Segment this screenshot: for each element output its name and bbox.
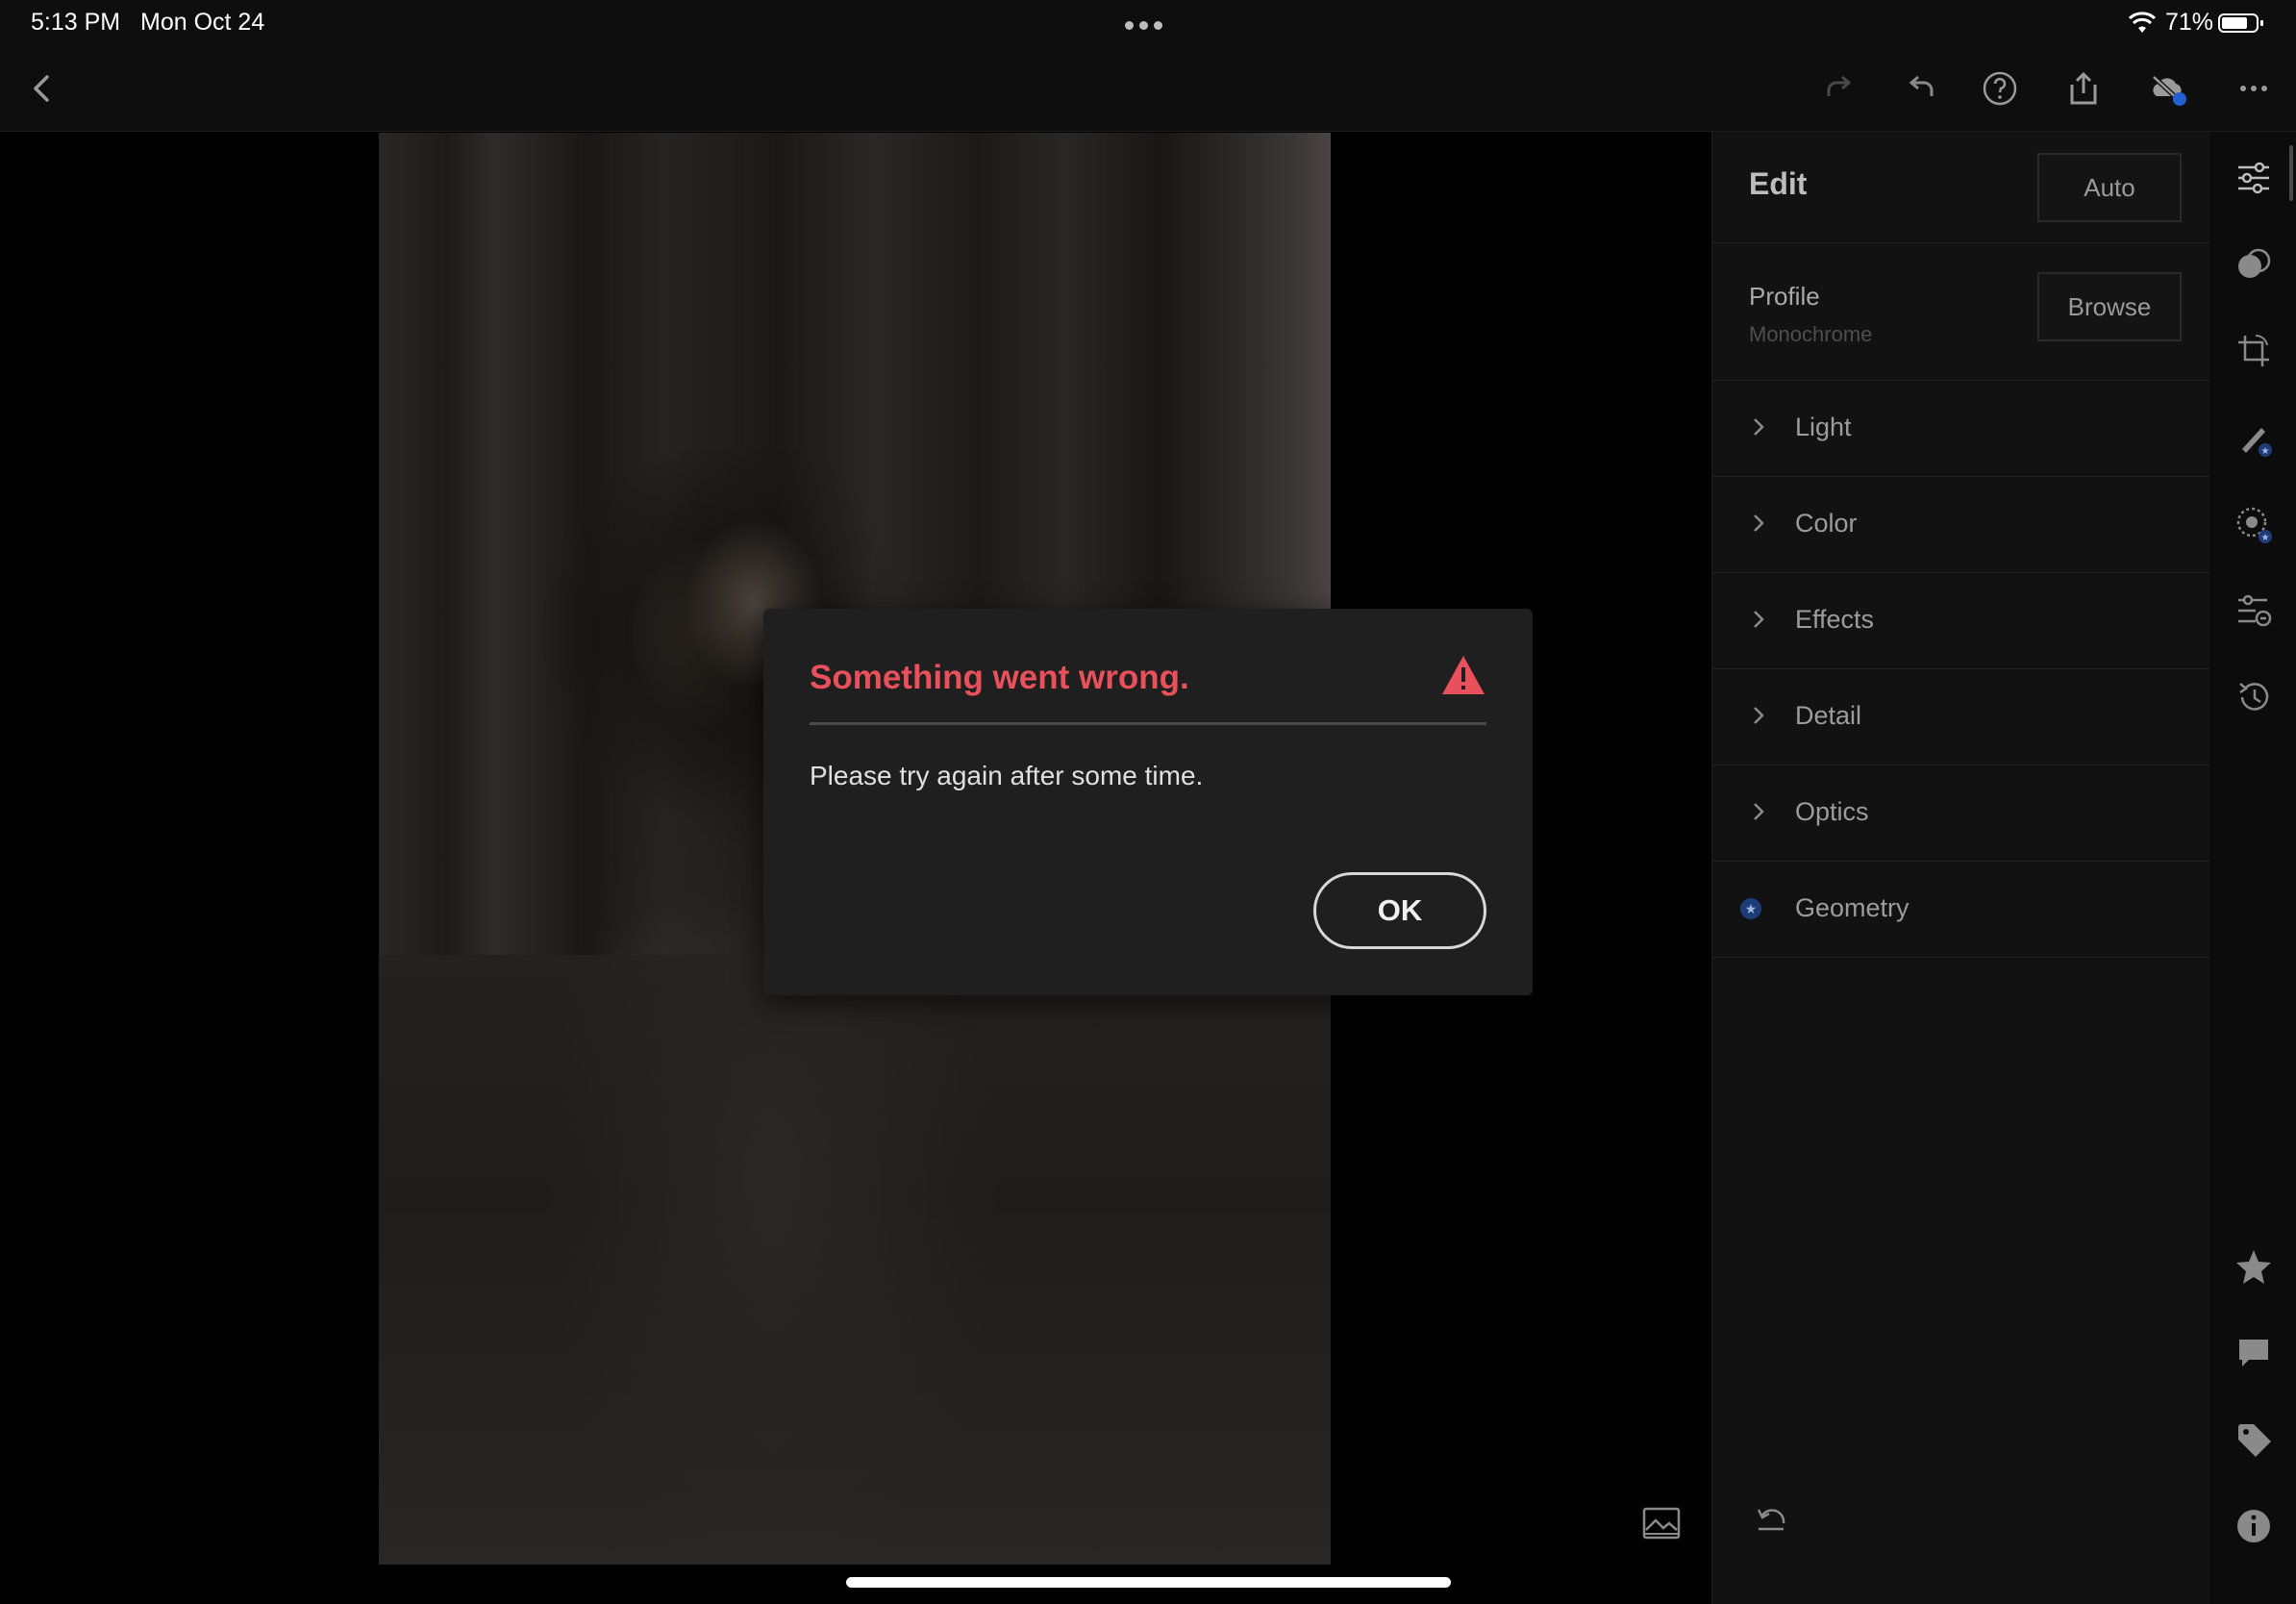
more-icon[interactable] <box>2231 65 2277 112</box>
redo-icon[interactable] <box>1815 65 1861 112</box>
section-detail[interactable]: Detail <box>1712 669 2209 765</box>
status-time: 5:13 PM <box>31 9 121 36</box>
multitasking-dots-icon[interactable] <box>1125 17 1171 30</box>
section-label: Color <box>1795 509 1858 538</box>
profile-value: Monochrome <box>1749 322 1873 346</box>
ok-button[interactable]: OK <box>1313 872 1486 949</box>
section-color[interactable]: Color <box>1712 477 2209 573</box>
healing-icon[interactable]: ★ <box>2233 416 2275 459</box>
profile-section[interactable]: Profile Monochrome Browse <box>1712 243 2209 381</box>
section-label: Detail <box>1795 701 1862 730</box>
chevron-right-icon <box>1754 803 1764 820</box>
selective-icon[interactable]: ★ <box>2233 503 2275 545</box>
back-chevron-icon[interactable] <box>19 65 65 112</box>
filmstrip-toggle-icon[interactable] <box>1642 1507 1681 1540</box>
edit-header: Edit Auto <box>1712 132 2209 243</box>
chevron-right-icon <box>1754 611 1764 628</box>
chevron-right-icon <box>1754 707 1764 724</box>
svg-text:★: ★ <box>2261 446 2270 457</box>
error-dialog: Something went wrong. Please try again a… <box>763 609 1533 995</box>
svg-text:★: ★ <box>2261 533 2270 543</box>
dialog-message: Please try again after some time. <box>810 761 1204 790</box>
right-tool-rail: ★ ★ <box>2209 132 2296 1604</box>
edit-panel: Edit Auto Profile Monochrome Browse Ligh… <box>1711 132 2209 1604</box>
reset-edits-icon[interactable] <box>1751 1502 1791 1537</box>
share-icon[interactable] <box>2060 65 2107 112</box>
comment-icon[interactable] <box>2233 1332 2275 1374</box>
section-label: Effects <box>1795 605 1875 634</box>
dialog-divider <box>810 722 1486 725</box>
section-light[interactable]: Light <box>1712 381 2209 477</box>
info-icon[interactable] <box>2233 1505 2275 1547</box>
section-label: Optics <box>1795 797 1869 826</box>
edit-title: Edit <box>1749 166 1808 201</box>
help-icon[interactable] <box>1977 65 2023 112</box>
status-date: Mon Oct 24 <box>140 9 265 36</box>
top-toolbar <box>0 46 2296 132</box>
edit-sliders-icon[interactable] <box>2233 157 2275 199</box>
section-label: Light <box>1795 413 1852 441</box>
wifi-icon <box>2128 12 2157 33</box>
premium-star-badge-icon: ★ <box>1740 898 1761 919</box>
undo-icon[interactable] <box>1899 65 1945 112</box>
section-label: Geometry <box>1795 893 1909 922</box>
cloud-sync-off-icon[interactable] <box>2144 65 2190 112</box>
versions-icon[interactable] <box>2233 676 2275 718</box>
battery-icon <box>2218 13 2263 33</box>
presets-icon[interactable] <box>2233 589 2275 632</box>
home-indicator[interactable] <box>846 1577 1451 1588</box>
rail-scrollbar[interactable] <box>2289 145 2293 201</box>
chevron-right-icon <box>1754 418 1764 436</box>
section-effects[interactable]: Effects <box>1712 573 2209 669</box>
warning-icon <box>1442 656 1485 694</box>
section-geometry[interactable]: ★ Geometry <box>1712 862 2209 958</box>
battery-percentage: 71% <box>2165 9 2214 36</box>
dialog-title: Something went wrong. <box>810 659 1189 696</box>
chevron-right-icon <box>1754 514 1764 532</box>
tag-icon[interactable] <box>2233 1418 2275 1461</box>
masking-icon[interactable] <box>2233 243 2275 286</box>
crop-icon[interactable] <box>2233 330 2275 372</box>
browse-button[interactable]: Browse <box>2037 272 2182 341</box>
rating-star-icon[interactable] <box>2233 1245 2275 1288</box>
section-optics[interactable]: Optics <box>1712 765 2209 862</box>
auto-button[interactable]: Auto <box>2037 153 2182 222</box>
profile-label: Profile <box>1749 282 1820 311</box>
status-bar: 5:13 PM Mon Oct 24 71% <box>0 0 2296 46</box>
